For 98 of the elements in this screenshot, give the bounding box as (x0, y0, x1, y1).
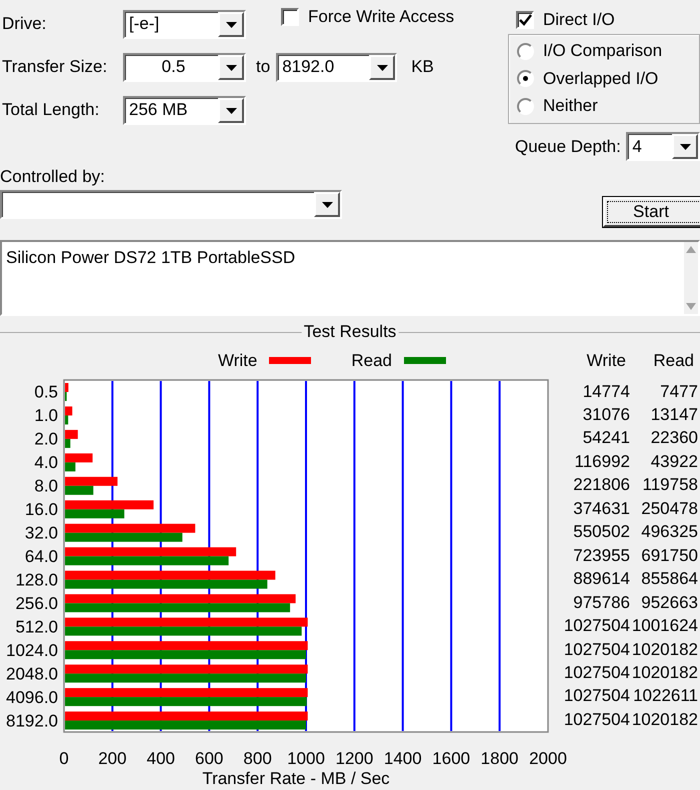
table-cell-text: 855864 (640, 569, 698, 590)
category-label: 64.0 (24, 547, 58, 566)
radio-label: Overlapped I/O (543, 68, 658, 90)
checkbox[interactable] (281, 8, 299, 26)
caret-icon (226, 64, 236, 70)
table-cell-text: 1020182 (630, 640, 698, 660)
tick-label: 400 (146, 749, 175, 768)
category-label: 4.0 (34, 453, 58, 472)
table-cell-text: 975786 (572, 592, 630, 613)
legend-label: Read (351, 350, 392, 372)
tick-label: 1800 (480, 749, 519, 768)
field-label: Transfer Size: (1, 57, 108, 78)
radio-button[interactable] (517, 70, 534, 88)
table-cell-text: 14774 (582, 382, 630, 402)
tick-label: 600 (195, 749, 224, 768)
table-cell-text: 1020182 (630, 662, 698, 684)
table-cell-text: 1001624 (630, 616, 698, 636)
table-cell-text: 1022611 (632, 686, 698, 707)
table-cell-text: 22360 (650, 428, 698, 449)
tick-label: 200 (98, 749, 127, 768)
legend-label: Write (218, 350, 258, 372)
table-cell-text: 496325 (640, 522, 698, 543)
transfer-size-dropdown[interactable]: 8192.0 (276, 53, 398, 82)
tick-label: 800 (243, 749, 272, 768)
tick-label: 1200 (335, 749, 374, 768)
caret-icon (680, 144, 690, 150)
table-cell-text: 889614 (572, 569, 630, 590)
field-label: Drive: (1, 14, 48, 35)
tick-label: 1600 (432, 749, 470, 768)
category-label: 512.0 (15, 617, 58, 636)
table-cell-text: 952663 (640, 592, 698, 613)
drive-dropdown[interactable]: [-e-] (123, 10, 246, 39)
category-label: 256.0 (15, 594, 58, 613)
axis-title: Transfer Rate - MB / Sec (202, 769, 390, 788)
checkbox-label: Direct I/O (543, 10, 615, 30)
category-label: 16.0 (24, 500, 58, 520)
table-cell-text: 54241 (582, 428, 630, 449)
field-label: Total Length: (1, 100, 100, 121)
column-header: Write (586, 350, 627, 372)
radio-label: I/O Comparison (543, 41, 662, 62)
radio-button[interactable] (517, 43, 534, 60)
table-cell-text: 1027504 (562, 616, 630, 636)
start-button[interactable]: Start (603, 197, 700, 228)
table-cell-text: 221806 (572, 475, 630, 496)
table-cell-text: 116992 (574, 452, 630, 472)
tick-label: 1400 (384, 749, 422, 768)
field-label: Queue Depth: (515, 136, 622, 158)
category-label: 128.0 (15, 570, 58, 590)
table-cell-text: 1027504 (562, 662, 630, 684)
table-cell-text: 550502 (572, 522, 630, 543)
dropdown-button[interactable] (218, 55, 244, 80)
total-length-dropdown[interactable]: 256 MB (123, 96, 246, 125)
field-label: Controlled by: (0, 167, 106, 188)
radio-button[interactable] (517, 98, 534, 115)
table-cell-text: 1020182 (630, 710, 698, 730)
caret-icon (322, 202, 332, 208)
dropdown-button[interactable] (314, 192, 340, 218)
table-cell-text: 7477 (659, 382, 698, 402)
table-cell-text: 119758 (642, 475, 698, 496)
dropdown-button[interactable] (218, 12, 244, 37)
category-label: 4096.0 (6, 688, 58, 707)
table-cell-text: 723955 (572, 546, 630, 566)
tick-label: 0 (59, 749, 69, 768)
category-label: 1024.0 (6, 640, 58, 660)
table-cell-text: 691750 (640, 546, 698, 566)
table-cell-text: 374631 (572, 498, 630, 520)
dropdown-button[interactable] (369, 55, 396, 80)
category-label: 32.0 (24, 524, 58, 543)
category-label: 8.0 (34, 476, 58, 496)
caret-icon (376, 64, 388, 70)
checkbox[interactable] (516, 11, 534, 30)
table-cell-text: 1027504 (562, 710, 630, 730)
tick-label: 1000 (287, 749, 325, 768)
caret-icon (226, 108, 236, 114)
table-cell-text: 31076 (582, 404, 630, 426)
field-label: to (256, 57, 270, 78)
queue-depth-dropdown[interactable]: 4 (626, 132, 700, 162)
table-cell-text: 13147 (650, 404, 698, 426)
dropdown-button[interactable] (218, 98, 244, 123)
category-label: 0.5 (34, 382, 58, 402)
controlled-by-dropdown[interactable] (0, 190, 342, 220)
dropdown-button[interactable] (672, 134, 698, 160)
table-cell-text: 1027504 (562, 686, 630, 707)
tick-label: 2000 (529, 749, 567, 768)
category-label: 8192.0 (6, 711, 58, 730)
checkbox-label: Force Write Access (308, 7, 454, 28)
category-label: 2.0 (34, 430, 58, 449)
table-cell-text: 43922 (650, 452, 698, 472)
description-text: Silicon Power DS72 1TB PortableSSD (5, 247, 296, 269)
category-label: 1.0 (34, 406, 58, 426)
transfer-size-dropdown[interactable]: 0.5 (123, 53, 246, 82)
table-cell-text: 250478 (640, 498, 698, 520)
column-header: Read (652, 350, 695, 372)
radio-label: Neither (543, 96, 598, 117)
unit-label: KB (411, 57, 434, 78)
caret-icon (226, 22, 236, 28)
category-label: 2048.0 (6, 664, 58, 684)
table-cell-text: 1027504 (562, 640, 630, 660)
